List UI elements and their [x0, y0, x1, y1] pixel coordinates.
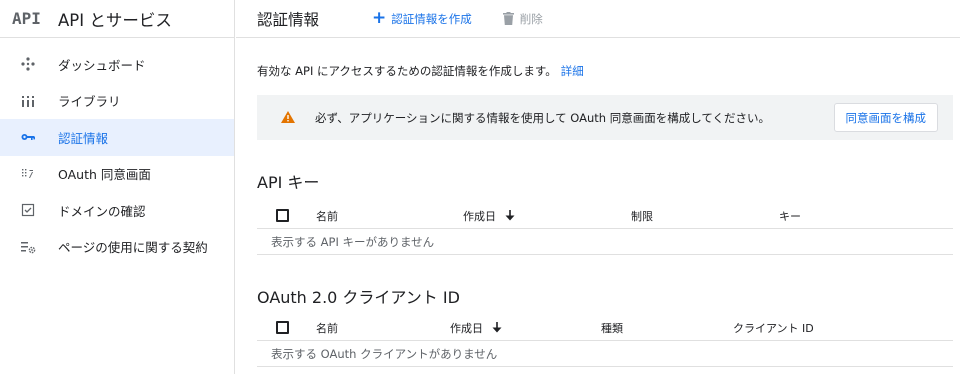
sidebar-item-credentials[interactable]: 認証情報 [0, 119, 234, 156]
domain-verify-icon [20, 201, 42, 219]
sidebar-item-label: ページの使用に関する契約 [58, 240, 208, 256]
brand-title[interactable]: API とサービス [58, 7, 172, 31]
column-header-created-label: 作成日 [450, 321, 483, 335]
oauth-clients-header-row: 名前 作成日 種類 クライアント ID [257, 314, 953, 341]
oauth-warning-banner: 必ず、アプリケーションに関する情報を使用して OAuth 同意画面を構成してくだ… [257, 95, 953, 140]
brand-header: API API とサービス [0, 0, 234, 38]
column-header-name[interactable]: 名前 [316, 314, 338, 341]
learn-more-link[interactable]: 詳細 [561, 64, 584, 78]
sidebar-item-label: 認証情報 [58, 130, 109, 146]
intro-text: 有効な API にアクセスするための認証情報を作成します。 詳細 [257, 63, 584, 79]
configure-consent-screen-button[interactable]: 同意画面を構成 [833, 103, 938, 132]
library-icon [20, 92, 42, 110]
sidebar-item-dashboard[interactable]: ダッシュボード [0, 46, 234, 83]
sidebar-item-domain-verification[interactable]: ドメインの確認 [0, 192, 234, 229]
page-settings-icon [20, 238, 42, 256]
sort-arrow-down-icon [505, 210, 515, 221]
sidebar-item-label: ドメインの確認 [58, 203, 146, 219]
api-keys-title: API キー [257, 173, 320, 192]
api-keys-header-row: 名前 作成日 制限 キー [257, 202, 953, 229]
sidebar-nav: ダッシュボード ライブラリ 認証情報 OAuth 同意画面 ドメインの確認 ペー… [0, 38, 234, 265]
sort-arrow-down-icon [492, 322, 502, 333]
column-header-created[interactable]: 作成日 [450, 314, 502, 341]
oauth-clients-title: OAuth 2.0 クライアント ID [257, 288, 460, 307]
create-credentials-label: 認証情報を作成 [391, 11, 472, 26]
plus-icon: + [372, 8, 387, 28]
create-credentials-button[interactable]: + 認証情報を作成 [372, 10, 472, 27]
consent-screen-icon [20, 165, 42, 183]
main-content: 有効な API にアクセスするための認証情報を作成します。 詳細 必ず、アプリケー… [236, 39, 960, 374]
column-header-key[interactable]: キー [779, 202, 801, 229]
column-header-restrictions[interactable]: 制限 [631, 202, 653, 229]
sidebar-item-label: OAuth 同意画面 [58, 167, 151, 183]
checkbox-icon [276, 321, 289, 334]
page-title: 認証情報 [257, 10, 320, 29]
warning-icon [281, 108, 295, 127]
column-header-client-id[interactable]: クライアント ID [733, 314, 814, 341]
sidebar-item-oauth-consent[interactable]: OAuth 同意画面 [0, 156, 234, 193]
column-header-type[interactable]: 種類 [601, 314, 623, 341]
column-header-created[interactable]: 作成日 [463, 202, 515, 229]
delete-label: 削除 [519, 11, 543, 26]
empty-state-row: 表示する API キーがありません [257, 229, 953, 255]
banner-message: 必ず、アプリケーションに関する情報を使用して OAuth 同意画面を構成してくだ… [315, 110, 771, 125]
checkbox-icon [276, 209, 289, 222]
column-header-created-label: 作成日 [463, 209, 496, 223]
sidebar-item-label: ダッシュボード [58, 57, 146, 73]
sidebar-item-library[interactable]: ライブラリ [0, 83, 234, 120]
select-all-checkbox[interactable] [276, 314, 289, 341]
api-keys-table: 名前 作成日 制限 キー 表示する API キーがありません [257, 202, 953, 255]
oauth-clients-table: 名前 作成日 種類 クライアント ID 表示する OAuth クライアントがあり… [257, 314, 953, 367]
intro-description: 有効な API にアクセスするための認証情報を作成します。 [257, 64, 557, 78]
sidebar: API API とサービス ダッシュボード ライブラリ 認証情報 OAuth 同… [0, 0, 235, 374]
sidebar-item-label: ライブラリ [58, 94, 121, 110]
select-all-checkbox[interactable] [276, 202, 289, 229]
trash-icon [502, 12, 514, 25]
dashboard-icon [20, 55, 42, 73]
delete-button[interactable]: 削除 [502, 11, 543, 27]
api-logo: API [12, 9, 41, 28]
empty-state-row: 表示する OAuth クライアントがありません [257, 341, 953, 367]
sidebar-item-page-usage-agreements[interactable]: ページの使用に関する契約 [0, 229, 234, 266]
key-icon [20, 128, 42, 146]
page-header: 認証情報 + 認証情報を作成 削除 [236, 0, 960, 38]
column-header-name[interactable]: 名前 [316, 202, 338, 229]
